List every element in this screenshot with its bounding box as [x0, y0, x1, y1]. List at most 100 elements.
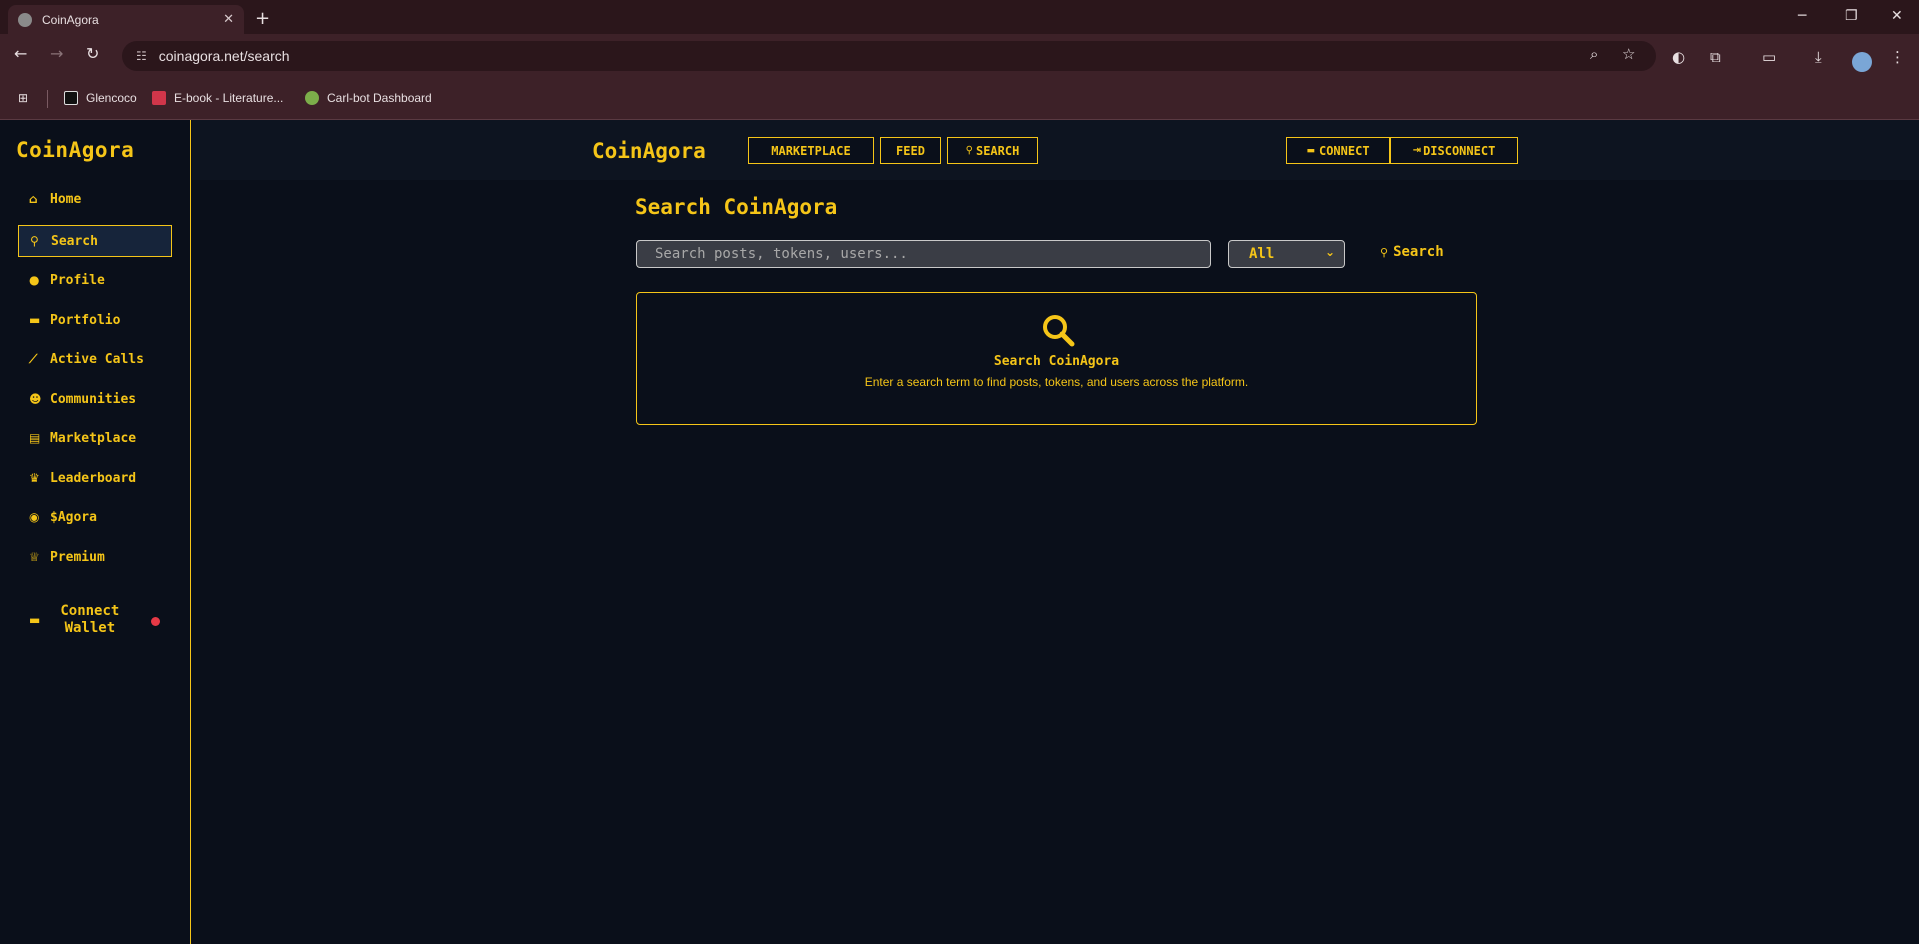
browser-tab[interactable]: CoinAgora ✕ — [8, 5, 244, 34]
sidebar-item-portfolio[interactable]: ▬ Portfolio — [18, 304, 172, 336]
sidebar-item-profile[interactable]: ● Profile — [18, 264, 172, 296]
restore-icon[interactable]: ❐ — [1845, 8, 1858, 24]
download-icon[interactable]: ⤓ — [1815, 48, 1822, 66]
bookmark-ebook[interactable]: E-book - Literature... — [152, 91, 283, 105]
sidebar-item-leaderboard[interactable]: ♛ Leaderboard — [18, 462, 172, 494]
sidebar-item-label: Home — [50, 191, 82, 207]
search-submit-label: Search — [1393, 244, 1444, 260]
browser-tabbar: CoinAgora ✕ + ─ ❐ ✕ — [0, 0, 1919, 34]
zoom-icon[interactable]: ⌕ — [1590, 45, 1598, 63]
bookmark-star-icon[interactable]: ☆ — [1622, 45, 1635, 63]
wallet-label-line2: Wallet — [64, 620, 116, 636]
user-icon: ● — [29, 273, 40, 287]
trophy-icon: ♛ — [29, 471, 40, 485]
sidebar-item-label: Premium — [50, 549, 105, 565]
brand-logo[interactable]: CoinAgora — [592, 139, 706, 163]
sidebar-logo[interactable]: CoinAgora — [16, 138, 134, 162]
connect-button[interactable]: ▬ CONNECT — [1286, 137, 1390, 164]
disconnect-button[interactable]: ⇥ DISCONNECT — [1390, 137, 1518, 164]
sidebar-item-label: Search — [51, 233, 98, 249]
sidebar-item-label: Profile — [50, 272, 105, 288]
back-icon[interactable]: ← — [14, 44, 27, 63]
marketplace-button[interactable]: MARKETPLACE — [748, 137, 874, 164]
store-icon: ▤ — [29, 431, 41, 445]
crown-icon: ♕ — [29, 550, 40, 564]
glencoco-icon — [64, 91, 78, 105]
url-text: coinagora.net/search — [158, 48, 290, 64]
bookmark-glencoco[interactable]: Glencoco — [64, 91, 137, 105]
wallet-icon: ▬ — [29, 313, 41, 327]
connect-wallet-label: Connect Wallet — [60, 603, 119, 637]
bookmark-label: E-book - Literature... — [174, 91, 284, 105]
connect-wallet-button[interactable]: ▬ Connect Wallet — [18, 598, 172, 642]
feed-button[interactable]: FEED — [880, 137, 941, 164]
bookmarks-divider — [47, 90, 48, 108]
empty-state-title: Search CoinAgora — [993, 354, 1120, 369]
bookmark-label: Glencoco — [86, 91, 137, 105]
media-icon[interactable]: ▭ — [1762, 48, 1776, 66]
profile-avatar[interactable] — [1852, 52, 1872, 72]
menu-icon[interactable]: ⋮ — [1890, 48, 1905, 66]
wallet-icon: ▬ — [29, 613, 41, 627]
new-tab-icon[interactable]: + — [255, 8, 270, 29]
bookmark-label: Carl-bot Dashboard — [327, 91, 432, 105]
search-icon: ⚲ — [30, 234, 39, 248]
status-dot — [151, 617, 160, 626]
close-icon[interactable]: ✕ — [223, 11, 234, 27]
globe-icon — [18, 12, 32, 27]
reload-icon[interactable]: ↻ — [86, 44, 99, 63]
sidebar-item-active-calls[interactable]: ⟋ Active Calls — [18, 343, 172, 375]
page-title: Search CoinAgora — [635, 195, 838, 219]
sidebar-item-home[interactable]: ⌂ Home — [18, 183, 172, 215]
forward-icon[interactable]: → — [50, 44, 63, 63]
search-nav-label: SEARCH — [975, 143, 1020, 158]
address-bar[interactable]: ☷ coinagora.net/search ⌕ ☆ — [122, 41, 1656, 71]
chart-line-icon: ⟋ — [29, 351, 38, 366]
connect-label: CONNECT — [1318, 143, 1370, 158]
ebook-icon — [152, 91, 166, 105]
app-root: CoinAgora ⌂ Home ⚲ Search ● Profile ▬ Po… — [0, 120, 1919, 944]
empty-state-panel: Search CoinAgora Enter a search term to … — [636, 292, 1477, 425]
sidebar-item-premium[interactable]: ♕ Premium — [18, 541, 172, 573]
sidebar-item-label: Active Calls — [50, 351, 144, 367]
sidebar-item-search[interactable]: ⚲ Search — [18, 225, 172, 257]
wallet-label-line1: Connect — [60, 603, 120, 619]
puzzle-icon[interactable]: ⧉ — [1710, 48, 1721, 66]
logout-icon: ⇥ — [1412, 145, 1422, 156]
disconnect-label: DISCONNECT — [1423, 143, 1496, 158]
window-close-icon[interactable]: ✕ — [1891, 8, 1903, 24]
search-icon: ⚲ — [965, 145, 973, 156]
search-nav-button[interactable]: ⚲ SEARCH — [947, 137, 1038, 164]
home-icon: ⌂ — [29, 192, 38, 206]
sidebar-item-label: $Agora — [50, 509, 97, 525]
apps-icon[interactable]: ⊞ — [18, 91, 28, 105]
magnifier-icon — [1043, 315, 1075, 347]
chevron-down-icon: ⌄ — [1324, 245, 1335, 259]
search-submit-button[interactable]: ⚲ Search — [1380, 244, 1444, 260]
browser-toolbar: ← → ↻ ☷ coinagora.net/search ⌕ ☆ ◐ ⧉ ▭ ⤓… — [0, 34, 1919, 78]
sidebar-item-label: Portfolio — [50, 312, 121, 328]
coins-icon: ◉ — [29, 510, 40, 524]
sidebar-item-agora[interactable]: ◉ $Agora — [18, 501, 172, 533]
extension-icon[interactable]: ◐ — [1672, 48, 1685, 66]
users-icon: ☻ — [29, 392, 42, 406]
sidebar-item-marketplace[interactable]: ▤ Marketplace — [18, 422, 172, 454]
filter-selected-value: All — [1249, 246, 1275, 262]
tab-title: CoinAgora — [42, 12, 99, 27]
search-input[interactable] — [636, 240, 1211, 268]
top-navigation: CoinAgora MARKETPLACE FEED ⚲ SEARCH ▬ CO… — [192, 120, 1919, 180]
bookmark-carlbot[interactable]: Carl-bot Dashboard — [305, 91, 432, 105]
minimize-icon[interactable]: ─ — [1798, 8, 1806, 24]
sidebar-item-label: Marketplace — [50, 430, 137, 446]
sidebar-item-label: Communities — [50, 391, 137, 407]
carlbot-icon — [305, 91, 319, 105]
wallet-icon: ▬ — [1306, 145, 1315, 156]
sidebar-item-communities[interactable]: ☻ Communities — [18, 383, 172, 415]
search-icon: ⚲ — [1380, 245, 1389, 259]
filter-select[interactable]: All ⌄ — [1228, 240, 1345, 268]
bookmarks-bar: ⊞ Glencoco E-book - Literature... Carl-b… — [0, 78, 1919, 120]
site-settings-icon[interactable]: ☷ — [136, 49, 147, 63]
empty-state-description: Enter a search term to find posts, token… — [864, 375, 1249, 389]
sidebar-item-label: Leaderboard — [50, 470, 137, 486]
sidebar: CoinAgora ⌂ Home ⚲ Search ● Profile ▬ Po… — [0, 120, 191, 944]
